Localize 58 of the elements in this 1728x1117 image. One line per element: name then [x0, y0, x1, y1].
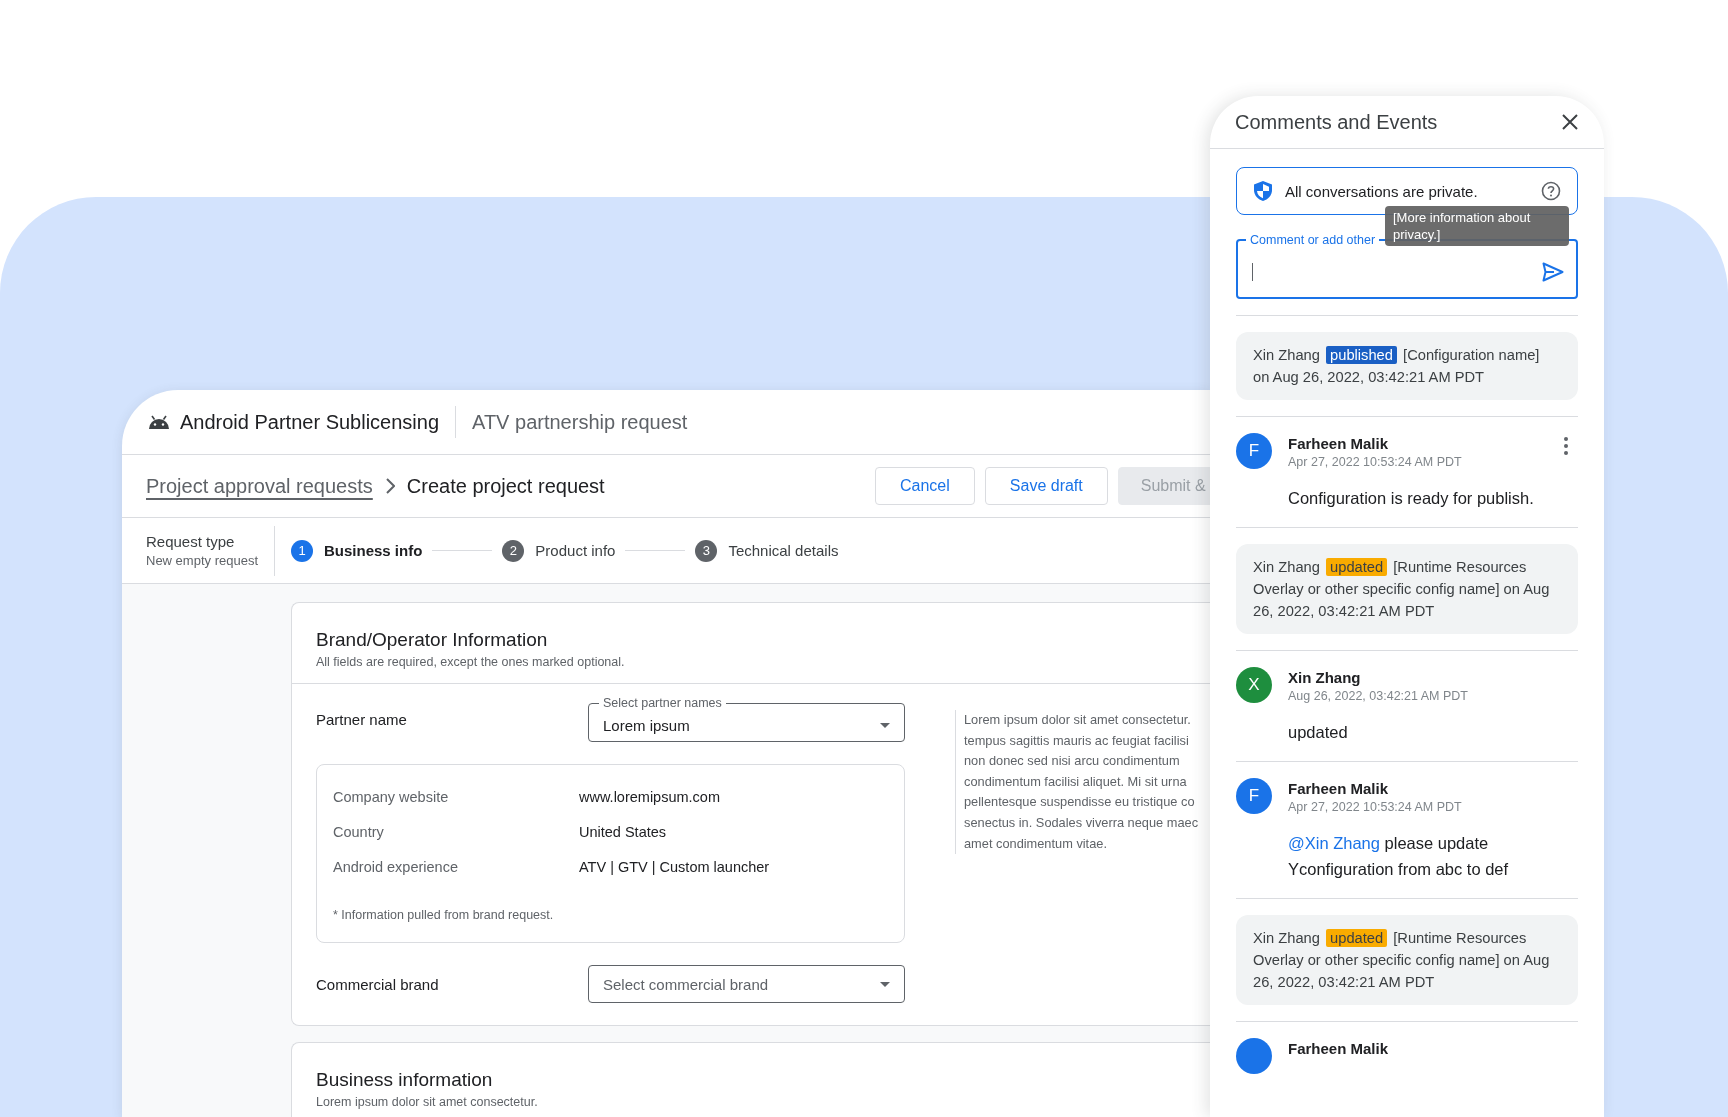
step[interactable]: 3 Technical details — [695, 539, 839, 562]
info-label: Country — [333, 823, 385, 840]
step[interactable]: 1 Business info — [291, 539, 423, 562]
avatar: X — [1236, 667, 1272, 703]
info-label: Company website — [333, 788, 450, 805]
comment-text: @Xin Zhang please update Yconfiguration from abc to def — [1288, 833, 1510, 880]
action-button[interactable]: Cancel — [875, 467, 975, 505]
comment-text: Configuration is ready for publish. — [1288, 488, 1535, 509]
tooltip: [More information about privacy.] — [1385, 206, 1569, 246]
info-note: * Information pulled from brand request. — [333, 908, 555, 922]
request-type-value: New empty request — [146, 553, 258, 568]
privacy-text: All conversations are private. — [1285, 182, 1479, 200]
field-label: Partner name — [316, 710, 408, 728]
author-name: Farheen Malik — [1288, 1040, 1389, 1057]
action-button[interactable]: Save draft — [984, 467, 1108, 505]
author-name: Xin Zhang — [1288, 669, 1361, 686]
author-name: Farheen Malik — [1288, 780, 1389, 797]
section-title: Business information — [316, 1069, 494, 1091]
chevron-right-icon — [384, 478, 395, 494]
action-badge: updated — [1326, 558, 1388, 576]
caret-icon — [880, 723, 890, 728]
shield-icon — [1253, 180, 1273, 202]
action-badge: published — [1326, 346, 1397, 364]
info-value: www.loremipsum.com — [579, 788, 720, 805]
close-icon[interactable] — [1562, 114, 1578, 130]
action-badge: updated — [1326, 929, 1388, 947]
comment-text: updated — [1288, 722, 1349, 743]
avatar: F — [1236, 778, 1272, 814]
field-label: Commercial brand — [316, 975, 440, 993]
event-text: Xin Zhang updated [Runtime Resources Overlay or other specific config name] on Aug 26, 2022, 03:42:21 AM PDT — [1253, 557, 1551, 621]
app-title: Android Partner Sublicensing — [180, 410, 440, 434]
panel-title: Comments and Events — [1235, 110, 1438, 134]
event-text: Xin Zhang updated [Runtime Resources Overlay or other specific config name] on Aug 26, 2022, 03:42:21 AM PDT — [1253, 928, 1551, 992]
partner-select[interactable]: Select partner names Lorem ipsum — [588, 696, 905, 742]
comment-time: Aug 26, 2022, 03:42:21 AM PDT — [1288, 689, 1469, 703]
breadcrumb-link[interactable]: Project approval requests — [146, 474, 373, 498]
info-value: United States — [579, 823, 667, 840]
mention-link[interactable]: @Xin Zhang — [1288, 834, 1380, 852]
note-text: Lorem ipsum dolor sit amet consectetur. tempus sagittis mauris ac feugiat facilisi non donec sed nisi arcu condimentum condimentum facilisi aliquet. Mi sit urna pellentesque suspendisse eu tristique co senectus in. Sodales viverra neque maec amet condimentum vitae. — [955, 710, 1199, 855]
page-title: Create project request — [406, 474, 605, 498]
send-icon[interactable] — [1542, 262, 1564, 282]
info-value: ATV | GTV | Custom launcher — [579, 858, 770, 875]
request-type-label: Request type — [146, 533, 236, 550]
avatar: F — [1236, 433, 1272, 469]
info-label: Android experience — [333, 858, 459, 875]
author-name: Farheen Malik — [1288, 435, 1389, 452]
step[interactable]: 2 Product info — [502, 539, 616, 562]
section-subtitle: All fields are required, except the ones marked optional. — [316, 655, 626, 669]
event-text: Xin Zhang published [Configuration name] on Aug 26, 2022, 03:42:21 AM PDT — [1253, 345, 1541, 387]
caret-icon — [880, 981, 890, 987]
comment-time: Apr 27, 2022 10:53:24 AM PDT — [1288, 455, 1463, 469]
android-icon — [148, 415, 170, 429]
help-icon[interactable] — [1541, 181, 1561, 201]
section-title: Brand/Operator Information — [316, 629, 549, 651]
section-subtitle: Lorem ipsum dolor sit amet consectetur. — [316, 1095, 539, 1109]
comment-time: Apr 27, 2022 10:53:24 AM PDT — [1288, 800, 1463, 814]
page-subtitle: ATV partnership request — [472, 410, 688, 434]
commercial-brand-select[interactable]: Select commercial brand — [588, 965, 905, 1003]
